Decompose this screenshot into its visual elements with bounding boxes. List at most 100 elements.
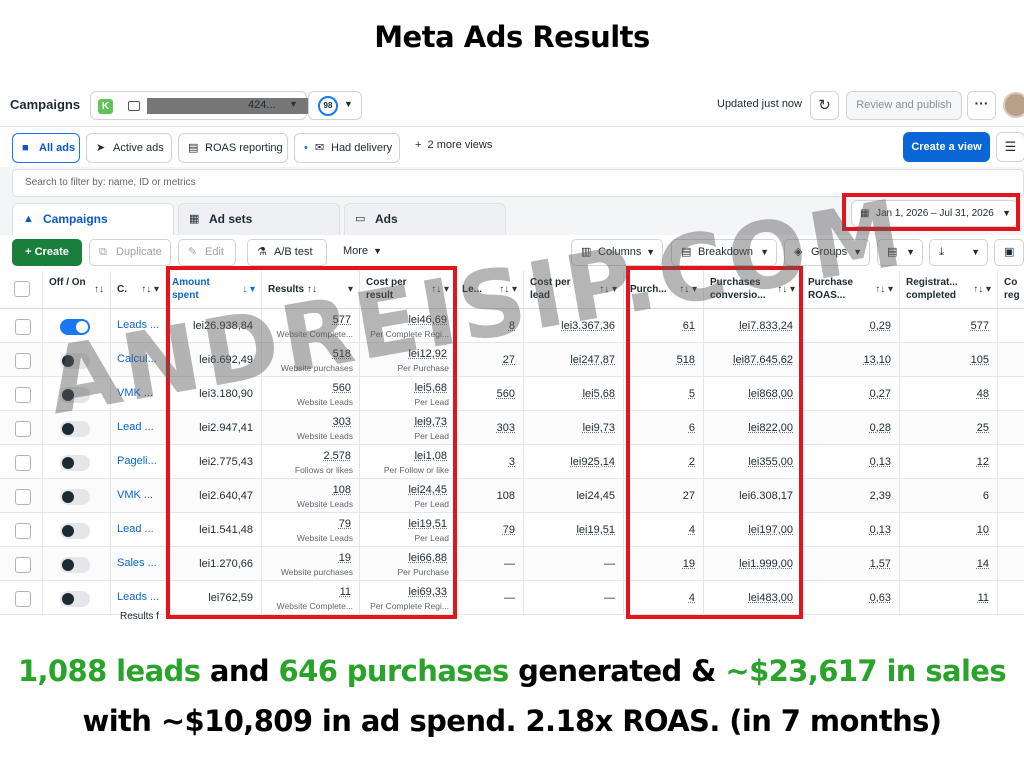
search-input[interactable]: Search to filter by: name, ID or metrics [12,169,1024,197]
more-options-button[interactable]: ··· [967,91,996,120]
campaign-toggle[interactable] [60,387,90,403]
page-heading: Campaigns [10,97,81,112]
duplicate-button[interactable]: ⧉ Duplicate [89,239,171,266]
refresh-icon[interactable]: ↻ [810,91,839,120]
table-row[interactable]: Sales ... lei1.270,66 19 Website purchases l… [0,547,1024,581]
header-purchases-conversion[interactable]: Purchases conversio... ↑↓ ▾ [704,271,802,309]
row-select-cell [0,479,43,513]
row-checkbox[interactable] [15,523,31,539]
header-off-on[interactable]: Off / On ↑↓ [43,271,111,309]
table-row[interactable]: Calcul... lei6.692,49 518 Website purchases… [0,343,1024,377]
cell-subtext: Per Purchase [397,363,450,373]
groups-dropdown[interactable]: ◈ Groups ▼ [784,239,870,266]
more-views-link[interactable]: + 2 more views [415,139,492,151]
cell-spent: lei6.692,49 [166,343,262,377]
tab-ads[interactable]: ▭ Ads [344,203,506,235]
header-campaign-name[interactable]: C. ↑↓ ▾ [111,271,166,309]
create-button[interactable]: + Create [12,239,82,266]
campaign-toggle[interactable] [60,421,90,437]
cell-value: 0,13 [869,456,891,468]
header-amount-spent[interactable]: Amount spent ↓ ▾ [166,271,262,309]
header-purchases[interactable]: Purch... ↑↓ ▾ [624,271,704,309]
row-checkbox[interactable] [15,455,31,471]
date-range-picker[interactable]: ▦ Jan 1, 2026 – Jul 31, 2026 ▼ [851,200,1018,227]
cell-purch: 4 [624,581,704,615]
row-checkbox[interactable] [15,591,31,607]
top-bar: Campaigns K 424... ▼ 98 ▼ Updated just n… [0,85,1024,127]
campaign-name-link[interactable]: Leads ... [117,591,159,603]
campaign-name-link[interactable]: Pageli... [117,455,159,467]
cell-value: 518 [676,354,695,366]
header-registrations[interactable]: Registrat... completed ↑↓ ▾ [900,271,998,309]
campaign-toggle[interactable] [60,455,90,471]
cell-value: lei2.775,43 [199,456,253,468]
cell-value: lei5,68 [582,388,615,400]
cell-leads: 560 [456,377,524,411]
view-active-ads[interactable]: ➤ Active ads [86,133,172,163]
account-selector[interactable]: K 424... ▼ [90,91,337,120]
grid-icon: ▦ [189,213,200,225]
campaign-name-link[interactable]: Leads ... [117,319,159,331]
header-cost-per-lead[interactable]: Cost per lead ↑↓ ▾ [524,271,624,309]
campaign-toggle[interactable] [60,489,90,505]
ad-account-icon [128,101,140,111]
header-leads[interactable]: Le... ↑↓ ▾ [456,271,524,309]
table-row[interactable]: VMK ... lei3.180,90 560 Website Leads lei5,6… [0,377,1024,411]
row-checkbox[interactable] [15,353,31,369]
header-cost-per-result[interactable]: Cost per result ↑↓ ▾ [360,271,456,309]
row-checkbox[interactable] [15,387,31,403]
campaign-toggle[interactable] [60,591,90,607]
columns-dropdown[interactable]: ▥ Columns ▼ [571,239,663,266]
create-view-button[interactable]: Create a view [903,132,990,162]
sliders-icon[interactable]: ☰ [996,132,1024,162]
campaign-name-link[interactable]: Calcul... [117,353,159,365]
table-row[interactable]: Leads ... lei26.938,84 577 Website Complete… [0,309,1024,343]
cell-value: 0,63 [869,592,891,604]
header-cost-per-registration[interactable]: Co reg [998,271,1024,309]
header-select-all[interactable] [0,271,43,309]
view-roas-reporting[interactable]: ▤ ROAS reporting [178,133,288,163]
view-had-delivery[interactable]: • ✉ Had delivery [294,133,400,163]
breakdown-dropdown[interactable]: ▤ Breakdown ▼ [671,239,777,266]
more-dropdown[interactable]: More ▼ [343,245,382,257]
campaign-name-cell: Lead ... [111,513,166,547]
opportunity-score[interactable]: 98 ▼ [308,91,362,120]
row-checkbox[interactable] [15,489,31,505]
cell-value: lei19,51 [576,524,615,536]
table-row[interactable]: VMK ... lei2.640,47 108 Website Leads lei24,… [0,479,1024,513]
row-select-cell [0,547,43,581]
tab-ad-sets[interactable]: ▦ Ad sets [178,203,340,235]
score-ring: 98 [318,96,338,116]
table-row[interactable]: Lead ... lei2.947,41 303 Website Leads lei9,… [0,411,1024,445]
reports-dropdown[interactable]: ▤ ▼ [877,239,923,266]
campaign-toggle[interactable] [60,319,90,335]
review-publish-button[interactable]: Review and publish [846,91,962,120]
export-dropdown[interactable]: ⤓ ▼ [929,239,988,266]
avatar[interactable] [1003,92,1024,118]
campaign-toggle[interactable] [60,353,90,369]
tab-campaigns[interactable]: ▲ Campaigns [12,203,174,235]
header-results[interactable]: Results ↑↓ ▾ [262,271,360,309]
header-purchase-roas[interactable]: Purchase ROAS... ↑↓ ▾ [802,271,900,309]
cell-value: lei2.640,47 [199,490,253,502]
row-checkbox[interactable] [15,421,31,437]
table-row[interactable]: Lead ... lei1.541,48 79 Website Leads lei19,… [0,513,1024,547]
ab-test-button[interactable]: ⚗ A/B test [247,239,327,266]
campaign-name-link[interactable]: Lead ... [117,523,159,535]
campaign-name-link[interactable]: Lead ... [117,421,159,433]
cell-results: 518 Website purchases [262,343,360,377]
view-all-ads[interactable]: ■ All ads [12,133,80,163]
campaign-toggle[interactable] [60,523,90,539]
row-checkbox[interactable] [15,557,31,573]
edit-button[interactable]: ✎ Edit [178,239,236,266]
chart-icon[interactable]: ▣ [994,239,1024,266]
table-row[interactable]: Pageli... lei2.775,43 2.578 Follows or like… [0,445,1024,479]
campaign-name-link[interactable]: VMK ... [117,489,159,501]
row-checkbox[interactable] [15,319,31,335]
row-select-cell [0,411,43,445]
campaign-name-link[interactable]: Sales ... [117,557,159,569]
table-row[interactable]: Leads ... lei762,59 11 Website Complete... l… [0,581,1024,615]
select-all-checkbox[interactable] [14,281,30,297]
campaign-toggle[interactable] [60,557,90,573]
campaign-name-link[interactable]: VMK ... [117,387,159,399]
